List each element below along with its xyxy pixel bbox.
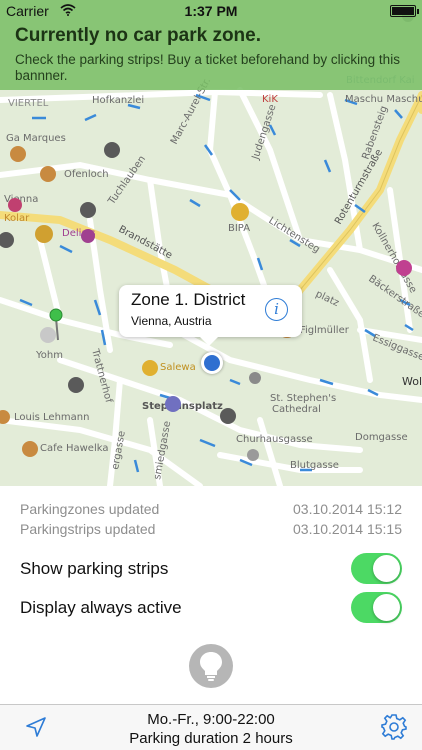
svg-text:Yohm: Yohm xyxy=(35,350,63,361)
svg-text:Ga Marques: Ga Marques xyxy=(6,133,66,144)
svg-text:Kolar: Kolar xyxy=(4,213,30,224)
svg-text:Louis Lehmann: Louis Lehmann xyxy=(14,412,89,423)
svg-text:Domgasse: Domgasse xyxy=(355,432,408,443)
display-always-active-label: Display always active xyxy=(20,598,182,617)
update-label: Parkingstrips updated xyxy=(20,521,156,537)
parking-schedule: Mo.-Fr., 9:00-22:00 Parking duration 2 h… xyxy=(0,710,422,748)
update-label: Parkingzones updated xyxy=(20,501,160,517)
banner-text: Check the parking strips! Buy a ticket b… xyxy=(15,52,400,83)
svg-text:Hofkanzlei: Hofkanzlei xyxy=(92,95,144,106)
svg-text:Cafe Hawelka: Cafe Hawelka xyxy=(40,443,108,454)
show-parking-strips-row: Show parking strips xyxy=(20,553,402,584)
schedule-duration: Parking duration 2 hours xyxy=(129,730,293,747)
status-bar: Carrier 1:37 PM xyxy=(0,0,422,22)
parkingzones-update-row: Parkingzones updated 03.10.2014 15:12 xyxy=(20,501,402,517)
svg-text:BIPA: BIPA xyxy=(228,223,250,234)
show-parking-strips-label: Show parking strips xyxy=(20,559,169,578)
show-parking-strips-toggle[interactable] xyxy=(351,553,402,584)
display-always-active-row: Display always active xyxy=(20,592,402,623)
svg-text:Salewa: Salewa xyxy=(160,362,196,373)
schedule-hours: Mo.-Fr., 9:00-22:00 xyxy=(147,711,275,728)
banner-title: Currently no car park zone. xyxy=(15,25,262,46)
parkingstrips-update-row: Parkingstrips updated 03.10.2014 15:15 xyxy=(20,521,402,537)
zone-callout[interactable]: Zone 1. District Vienna, Austria i xyxy=(119,285,302,346)
svg-text:Ofenloch: Ofenloch xyxy=(64,169,109,180)
callout-subtitle: Vienna, Austria xyxy=(131,314,212,328)
svg-text:Stephansplatz: Stephansplatz xyxy=(142,401,223,412)
svg-text:Figlmüller: Figlmüller xyxy=(300,325,350,336)
battery-icon xyxy=(390,5,419,17)
svg-text:Cathedral: Cathedral xyxy=(272,404,321,415)
bottom-toolbar: Mo.-Fr., 9:00-22:00 Parking duration 2 h… xyxy=(0,704,422,750)
lightbulb-icon xyxy=(200,652,222,681)
svg-text:Blutgasse: Blutgasse xyxy=(290,460,339,471)
svg-text:Churhausgasse: Churhausgasse xyxy=(236,434,313,445)
callout-title: Zone 1. District xyxy=(131,290,246,309)
gear-icon[interactable] xyxy=(380,713,408,741)
update-date: 03.10.2014 15:12 xyxy=(293,501,402,517)
svg-text:Wol: Wol xyxy=(402,375,422,388)
info-panel: Parkingzones updated 03.10.2014 15:12 Pa… xyxy=(0,486,422,704)
user-location-dot xyxy=(201,352,223,374)
status-time: 1:37 PM xyxy=(184,3,238,19)
lightbulb-button[interactable] xyxy=(189,644,233,688)
display-always-active-toggle[interactable] xyxy=(351,592,402,623)
svg-text:St. Stephen's: St. Stephen's xyxy=(270,393,336,404)
svg-text:VIERTEL: VIERTEL xyxy=(8,98,49,109)
svg-text:KiK: KiK xyxy=(262,94,278,105)
info-icon[interactable]: i xyxy=(265,298,288,321)
svg-text:Maschu Maschu: Maschu Maschu xyxy=(345,94,422,105)
update-date: 03.10.2014 15:15 xyxy=(293,521,402,537)
